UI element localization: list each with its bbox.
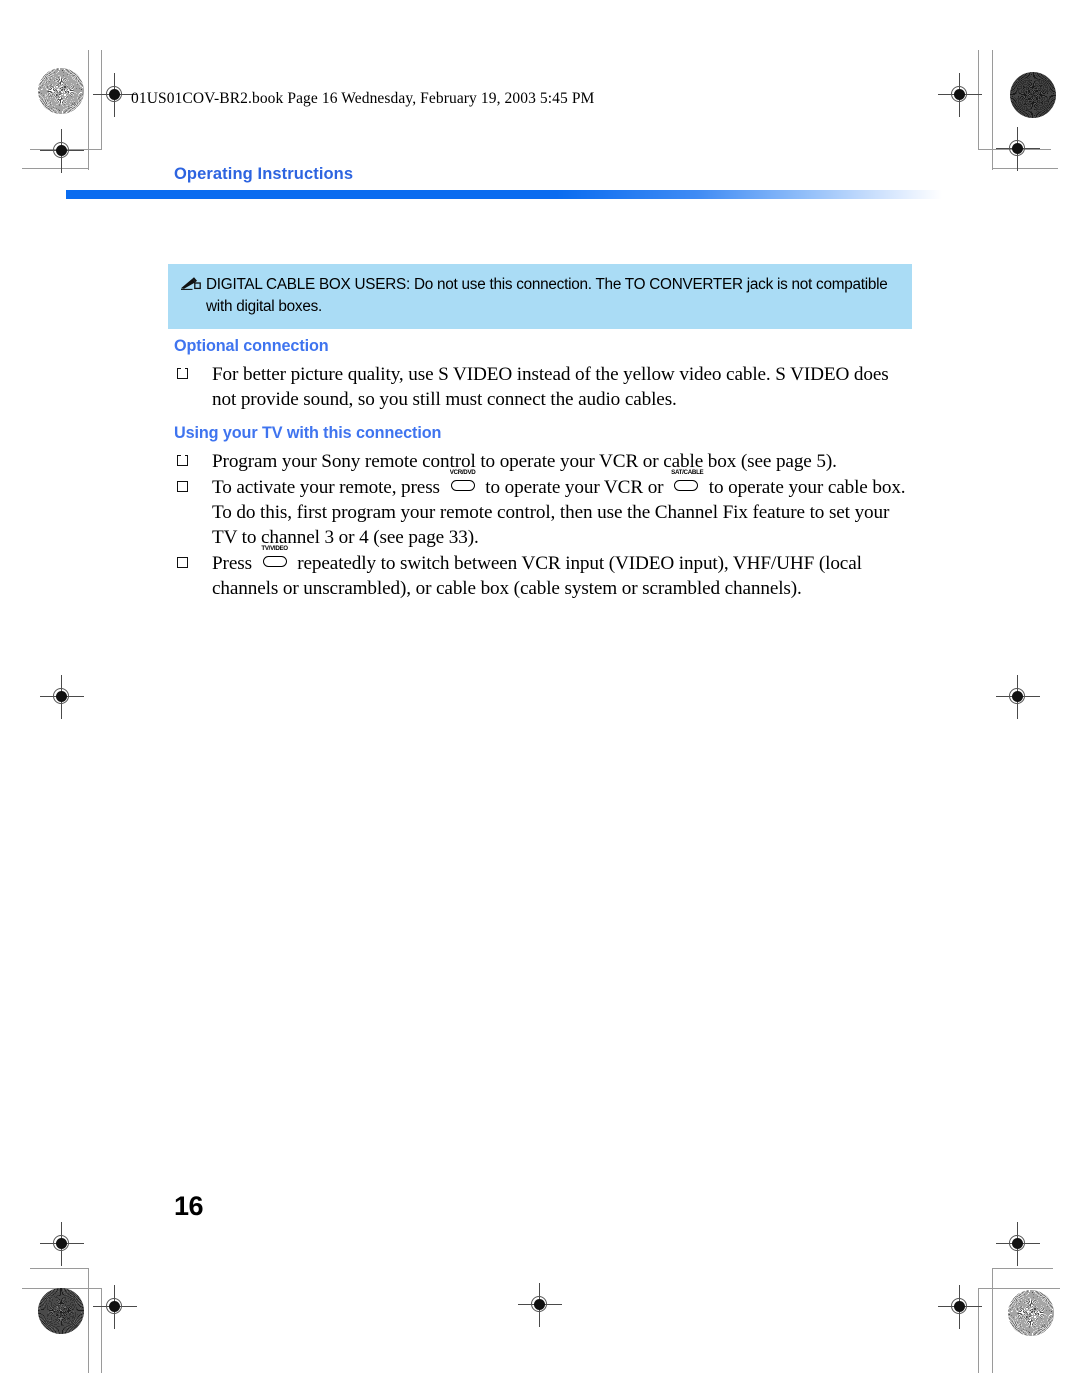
remote-button-label: VCR/DVD: [449, 468, 476, 476]
section-heading-optional-connection: Optional connection: [174, 337, 329, 355]
registration-mark-bottom-left: [93, 1285, 137, 1329]
section-heading-using-your-tv: Using your TV with this connection: [174, 424, 442, 442]
rosette-mark-bottom-left: [38, 1288, 84, 1334]
bullet-text: For better picture quality, use S VIDEO …: [212, 364, 889, 410]
bullet-item: Press TV/VIDEO repeatedly to switch betw…: [174, 545, 914, 602]
crop-line-bottom-left-h-inner: [22, 1288, 102, 1289]
remote-button-shape: [450, 479, 475, 491]
remote-button-label: TV/VIDEO: [261, 544, 288, 552]
crop-line-top-left-h-outer: [30, 149, 102, 150]
registration-mark-left-middle: [40, 675, 84, 719]
remote-button-shape: [262, 555, 287, 567]
crop-line-top-left-h-inner: [22, 168, 89, 169]
header-rule-divider: [66, 190, 942, 199]
bullet-item: Program your Sony remote control to oper…: [174, 450, 914, 475]
crop-line-bottom-right-h-outer: [993, 1268, 1053, 1269]
crop-line-bottom-right-h-inner: [978, 1288, 1060, 1289]
rosette-mark-bottom-right: [1008, 1290, 1054, 1336]
registration-mark-bottom-center: [518, 1283, 562, 1327]
pencil-note-icon: [180, 274, 206, 296]
rosette-mark-top-right: [1010, 72, 1056, 118]
printer-marks-layer: [0, 0, 1080, 1397]
bullet-square-icon: [177, 478, 188, 492]
registration-mark-left-upper: [40, 129, 84, 173]
rosette-mark-top-left: [38, 68, 84, 114]
bullet-text: To activate your remote, press: [212, 476, 445, 498]
registration-mark-right-lower: [996, 1222, 1040, 1266]
crop-line-top-left-inner: [101, 50, 102, 150]
note-callout-box: DIGITAL CABLE BOX USERS: Do not use this…: [168, 264, 912, 330]
crop-line-bottom-right-inner: [978, 1288, 979, 1373]
bullet-list-optional-connection: For better picture quality, use S VIDEO …: [174, 363, 914, 414]
crop-line-top-left-outer: [88, 50, 89, 170]
bullet-text: repeatedly to switch between VCR input (…: [212, 552, 862, 599]
remote-button-sat-cable-icon: SAT/CABLE: [671, 469, 704, 495]
bullet-item: To activate your remote, press VCR/DVD t…: [174, 469, 914, 551]
crop-line-bottom-left-h-outer: [30, 1268, 89, 1269]
running-head-title: Operating Instructions: [174, 165, 354, 183]
page-number: 16: [174, 1191, 204, 1221]
crop-line-top-right-h-outer: [979, 149, 1051, 150]
registration-mark-bottom-right: [938, 1285, 982, 1329]
crop-line-top-right-h-inner: [993, 168, 1058, 169]
remote-button-shape: [674, 479, 699, 491]
bullet-list-using-your-tv: Program your Sony remote control to oper…: [174, 450, 914, 603]
bullet-text: Press: [212, 552, 257, 574]
source-file-header: 01US01COV-BR2.book Page 16 Wednesday, Fe…: [131, 90, 595, 107]
remote-button-vcr-dvd-icon: VCR/DVD: [448, 469, 478, 495]
registration-mark-top-right: [938, 73, 982, 117]
crop-line-bottom-left-inner: [101, 1288, 102, 1373]
bullet-text: Program your Sony remote control to oper…: [212, 451, 837, 472]
note-text: DIGITAL CABLE BOX USERS: Do not use this…: [206, 276, 888, 315]
crop-line-top-right-inner: [978, 50, 979, 150]
registration-mark-right-upper: [996, 127, 1040, 171]
bullet-square-icon: [177, 452, 188, 466]
registration-mark-right-middle: [996, 675, 1040, 719]
remote-button-label: SAT/CABLE: [671, 468, 704, 476]
bullet-square-icon: [177, 365, 188, 379]
registration-mark-left-lower: [40, 1222, 84, 1266]
crop-line-bottom-left-outer: [88, 1268, 89, 1373]
crop-line-top-right-outer: [992, 50, 993, 170]
crop-line-bottom-right-outer: [992, 1268, 993, 1373]
bullet-text: to operate your VCR or: [480, 476, 669, 498]
bullet-item: For better picture quality, use S VIDEO …: [174, 363, 914, 413]
remote-button-tv-video-icon: TV/VIDEO: [260, 545, 290, 571]
bullet-square-icon: [177, 554, 188, 568]
